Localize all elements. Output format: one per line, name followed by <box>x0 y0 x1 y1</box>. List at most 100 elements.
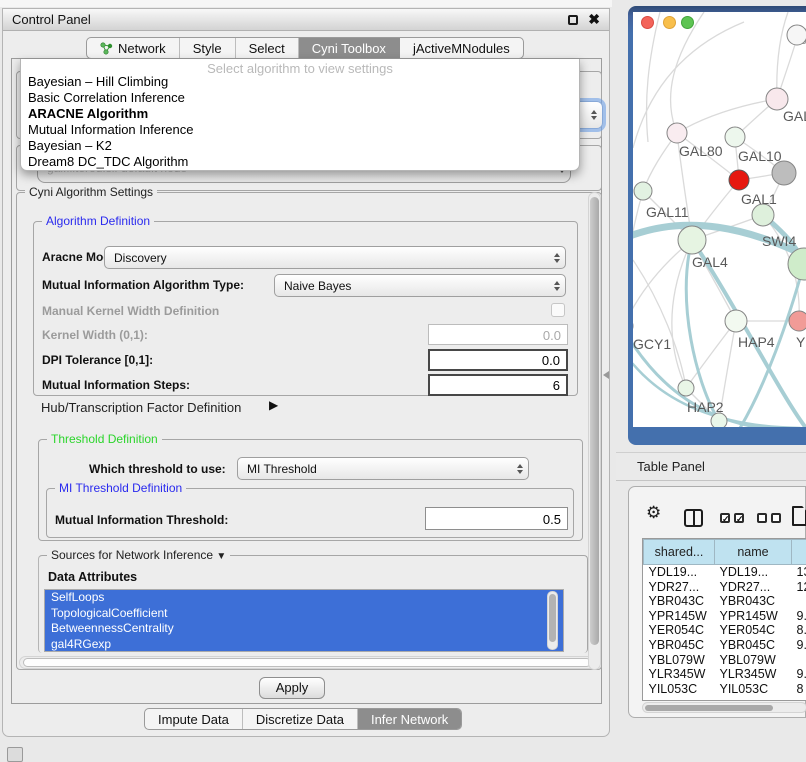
network-node[interactable] <box>678 380 694 396</box>
algorithm-option[interactable]: Mutual Information Inference <box>21 122 579 138</box>
table-cell: YBL079W <box>644 653 715 668</box>
network-edge[interactable] <box>671 12 704 133</box>
table-row[interactable]: YDR27...YDR27...12 <box>644 580 806 595</box>
table-row[interactable]: YBR045CYBR045C9. <box>644 638 806 653</box>
dpi-tolerance-field[interactable] <box>428 349 568 371</box>
which-threshold-combo[interactable]: MI Threshold <box>237 457 529 480</box>
data-attributes-list[interactable]: SelfLoopsTopologicalCoefficientBetweenne… <box>44 589 564 652</box>
network-edge[interactable] <box>647 12 661 142</box>
tab-jactivemnodules[interactable]: jActiveMNodules <box>400 38 523 58</box>
network-node[interactable] <box>788 248 806 280</box>
network-canvas[interactable]: GALGAL80GAL10GAL1GAL11SWI4GAL4GCY1HAP4YH… <box>633 12 806 427</box>
tab-impute-data[interactable]: Impute Data <box>145 709 243 729</box>
tab-infer-network[interactable]: Infer Network <box>358 709 461 729</box>
panel-title: Control Panel <box>12 12 91 27</box>
column-header[interactable]: A <box>792 540 806 565</box>
network-node[interactable] <box>725 127 745 147</box>
collapse-arrow-icon[interactable]: ▼ <box>216 551 226 562</box>
network-node[interactable] <box>667 123 687 143</box>
network-node[interactable] <box>634 182 652 200</box>
network-edge[interactable] <box>633 22 744 148</box>
collapsed-panel-icon[interactable] <box>7 747 23 762</box>
columns-icon[interactable] <box>684 509 703 527</box>
node-label: Y <box>796 334 806 350</box>
hub-section-label: Hub/Transcription Factor Definition <box>41 400 241 415</box>
kernel-width-field[interactable] <box>428 324 568 345</box>
tab-style[interactable]: Style <box>180 38 236 58</box>
algorithm-option[interactable]: Bayesian – K2 <box>21 138 579 154</box>
network-view-window[interactable]: GALGAL80GAL10GAL1GAL11SWI4GAL4GCY1HAP4YH… <box>628 6 806 445</box>
network-node[interactable] <box>725 310 747 332</box>
mi-threshold-definition-title: MI Threshold Definition <box>55 481 186 495</box>
network-node[interactable] <box>711 413 727 427</box>
control-panel-window: Control Panel ✖ NetworkStyleSelectCyni T… <box>2 8 610 737</box>
table-row[interactable]: YLR345WYLR345W9. <box>644 667 806 682</box>
table-row[interactable]: YER054CYER054C8. <box>644 623 806 638</box>
tab-network[interactable]: Network <box>87 38 180 58</box>
data-attribute-item[interactable]: SelfLoops <box>45 590 563 606</box>
data-attribute-item[interactable]: gal4RGexp <box>45 637 563 652</box>
network-node[interactable] <box>766 88 788 110</box>
kernel-width-label: Kernel Width (0,1): <box>42 328 148 342</box>
deselect-all-checkboxes-icon[interactable] <box>757 513 781 523</box>
node-label: GAL4 <box>692 254 728 270</box>
table-cell: 12 <box>792 580 806 595</box>
aracne-mode-combo[interactable]: Discovery <box>104 246 566 269</box>
top-tab-bar: NetworkStyleSelectCyni ToolboxjActiveMNo… <box>86 37 524 59</box>
expand-arrow-icon[interactable]: ▶ <box>269 398 278 412</box>
algorithm-option[interactable]: Basic Correlation Inference <box>21 90 579 106</box>
settings-horizontal-scrollbar[interactable] <box>19 656 597 669</box>
table-cell: YPR145W <box>644 609 715 624</box>
table-cell: YIL053C <box>715 682 792 697</box>
node-label: GCY1 <box>633 336 671 352</box>
splitter-handle-icon[interactable] <box>603 371 609 379</box>
manual-kernel-checkbox[interactable] <box>551 303 565 317</box>
network-node[interactable] <box>789 311 806 331</box>
mi-type-combo[interactable]: Naive Bayes <box>274 274 566 297</box>
float-window-icon[interactable] <box>568 15 578 25</box>
control-panel-titlebar[interactable]: Control Panel ✖ <box>3 9 609 31</box>
tab-discretize-data[interactable]: Discretize Data <box>243 709 358 729</box>
table-row[interactable]: YDL19...YDL19...13 <box>644 565 806 580</box>
tab-cyni-toolbox[interactable]: Cyni Toolbox <box>299 38 400 58</box>
table-cell: YER054C <box>715 623 792 638</box>
node-label: HAP4 <box>738 334 775 350</box>
settings-vertical-scrollbar[interactable] <box>588 192 601 670</box>
network-node[interactable] <box>787 25 806 45</box>
export-table-icon[interactable] <box>792 506 806 526</box>
network-edge[interactable] <box>677 99 777 133</box>
bottom-tab-bar: Impute DataDiscretize DataInfer Network <box>144 708 462 730</box>
algorithm-option[interactable]: ARACNE Algorithm <box>21 106 579 122</box>
table-row[interactable]: YIL053CYIL053C8 <box>644 682 806 697</box>
column-header[interactable]: shared... <box>644 540 715 565</box>
network-node[interactable] <box>729 170 749 190</box>
network-edge[interactable] <box>777 12 788 99</box>
tab-select[interactable]: Select <box>236 38 299 58</box>
network-node[interactable] <box>752 204 774 226</box>
close-icon[interactable]: ✖ <box>588 11 600 28</box>
table-row[interactable]: YBL079WYBL079W <box>644 653 806 668</box>
mi-steps-field[interactable] <box>428 374 568 396</box>
data-attribute-item[interactable]: TopologicalCoefficient <box>45 606 563 622</box>
node-label: GAL1 <box>741 191 777 207</box>
node-label: GAL80 <box>679 143 723 159</box>
table-row[interactable]: YBR043CYBR043C <box>644 594 806 609</box>
data-attribute-item[interactable]: BetweennessCentrality <box>45 621 563 637</box>
list-vertical-scrollbar[interactable] <box>547 591 558 650</box>
table-panel-titlebar[interactable]: Table Panel <box>616 452 806 481</box>
table-cell: YLR345W <box>715 667 792 682</box>
select-all-checkboxes-icon[interactable]: ✓✓ <box>720 513 744 523</box>
algorithm-option[interactable]: Dream8 DC_TDC Algorithm <box>21 154 579 170</box>
column-header[interactable]: name <box>715 540 792 565</box>
table-row[interactable]: YPR145WYPR145W9. <box>644 609 806 624</box>
threshold-definition-group: Threshold Definition Which threshold to … <box>38 439 583 541</box>
apply-button[interactable]: Apply <box>259 677 325 699</box>
algorithm-option[interactable]: Bayesian – Hill Climbing <box>21 74 579 90</box>
table-horizontal-scrollbar[interactable] <box>642 702 806 713</box>
gear-icon[interactable]: ⚙ <box>646 504 661 521</box>
mi-threshold-field[interactable] <box>425 507 568 530</box>
node-label: GAL10 <box>738 148 782 164</box>
network-node[interactable] <box>678 226 706 254</box>
table-cell: YBR043C <box>644 594 715 609</box>
network-node[interactable] <box>772 161 796 185</box>
